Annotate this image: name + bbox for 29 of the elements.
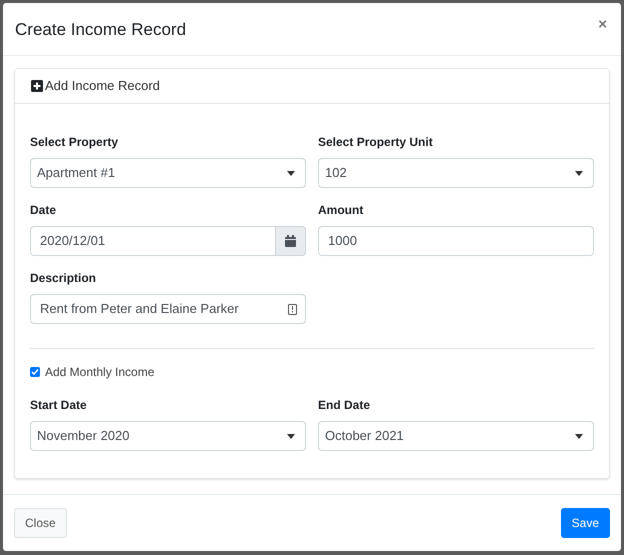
field-label: Select Property Unit xyxy=(318,134,434,150)
calendar-button[interactable] xyxy=(276,226,306,256)
modal-title: Create Income Record xyxy=(15,19,186,41)
date-field[interactable]: 2020/12/01 xyxy=(30,226,276,256)
monthly-checkbox[interactable] xyxy=(30,367,40,377)
select-field[interactable]: Apartment #1 xyxy=(30,158,306,188)
input-field[interactable]: 1000 xyxy=(318,226,594,256)
field-label: Amount xyxy=(318,202,364,218)
caret-icon xyxy=(575,170,583,176)
field-label: Start Date xyxy=(30,397,88,413)
field-label: Select Property xyxy=(30,134,120,150)
field-label: End Date xyxy=(318,397,372,413)
calendar-icon xyxy=(285,235,296,247)
autofill-icon xyxy=(288,304,297,314)
card-title: Add Income Record xyxy=(45,77,160,96)
plus-square-icon xyxy=(31,80,43,92)
select-field[interactable]: November 2020 xyxy=(30,421,306,451)
caret-icon xyxy=(287,434,295,438)
checkbox-label: Add Monthly Income xyxy=(45,364,154,381)
caret-icon xyxy=(287,170,295,176)
field-label: Date xyxy=(30,202,58,218)
select-field[interactable]: 102 xyxy=(318,158,594,188)
caret-icon xyxy=(575,434,583,438)
select-field[interactable]: October 2021 xyxy=(318,421,594,451)
field-label: Description xyxy=(30,270,98,286)
close-button[interactable]: Close xyxy=(14,508,67,538)
save-button[interactable]: Save xyxy=(560,508,610,538)
input-field[interactable]: Rent from Peter and Elaine Parker xyxy=(30,294,306,324)
close-button[interactable]: × xyxy=(598,17,607,32)
